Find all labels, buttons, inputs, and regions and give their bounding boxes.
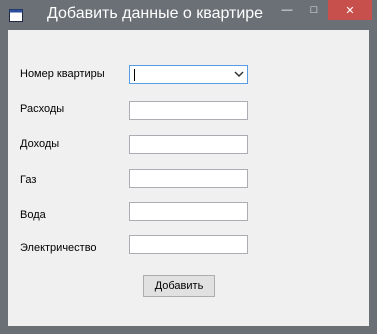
window-title: Добавить данные о квартире [47, 5, 264, 22]
title-bar[interactable]: Добавить данные о квартире — □ ✕ [0, 0, 377, 30]
maximize-icon: □ [310, 4, 318, 16]
water-label: Вода [20, 209, 46, 221]
electricity-input[interactable] [129, 235, 248, 254]
close-button[interactable]: ✕ [328, 0, 372, 20]
water-input[interactable] [129, 202, 248, 221]
add-button[interactable]: Добавить [143, 275, 215, 297]
minimize-icon: — [281, 4, 293, 16]
apartment-number-select[interactable] [129, 65, 248, 84]
chevron-down-icon[interactable] [234, 70, 244, 79]
gas-label: Газ [20, 174, 37, 186]
maximize-button[interactable]: □ [301, 0, 327, 20]
electricity-label: Электричество [20, 242, 97, 254]
close-icon: ✕ [345, 4, 355, 17]
dialog-window: Добавить данные о квартире — □ ✕ Номер к… [0, 0, 377, 334]
app-icon [9, 9, 23, 22]
form-area: Номер квартиры Расходы Доходы Газ Вода Э… [8, 30, 369, 326]
apartment-number-label: Номер квартиры [20, 68, 105, 80]
gas-input[interactable] [129, 169, 248, 188]
text-cursor [134, 69, 135, 81]
income-label: Доходы [20, 138, 60, 150]
expenses-input[interactable] [129, 101, 248, 120]
expenses-label: Расходы [20, 103, 65, 115]
minimize-button[interactable]: — [274, 0, 300, 20]
income-input[interactable] [129, 135, 248, 154]
